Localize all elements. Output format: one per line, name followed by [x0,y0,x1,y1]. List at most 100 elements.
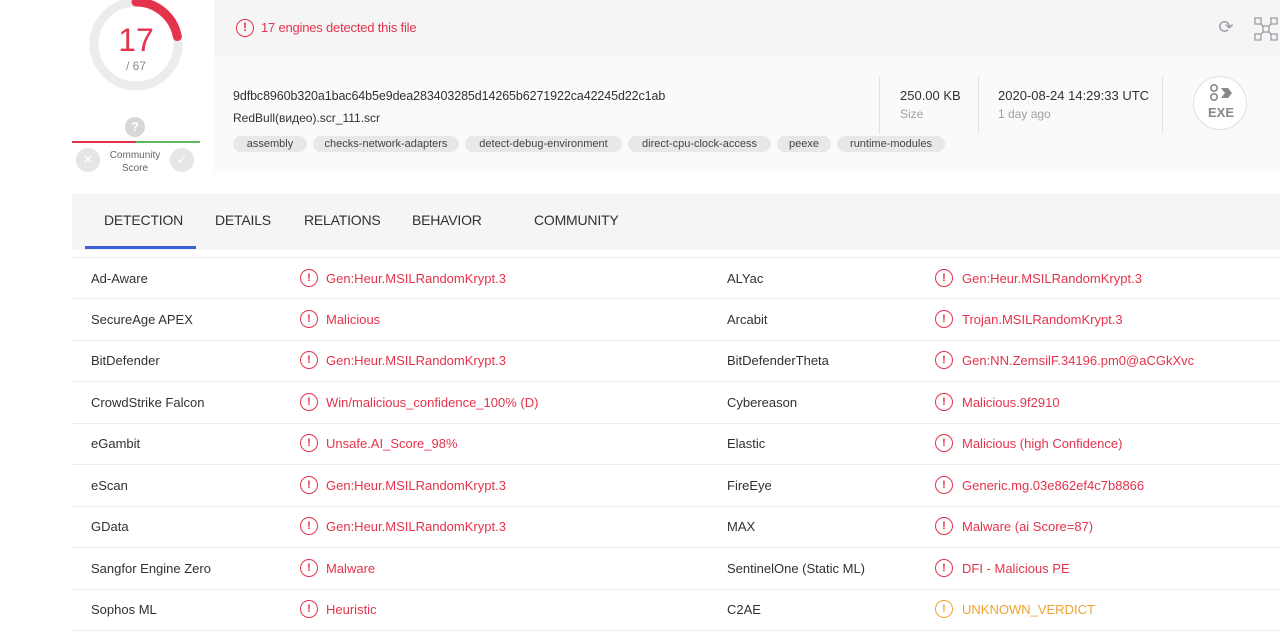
table-row: Sangfor Engine Zero ! Malware SentinelOn… [72,548,1280,590]
detection-result: Gen:Heur.MSILRandomKrypt.3 [326,353,506,368]
alert-circle-icon: ! [300,558,318,577]
detection-result: Gen:NN.ZemsilF.34196.pm0@aCGkXvc [962,353,1195,368]
report-tabs: DETECTION DETAILS RELATIONS BEHAVIOR COM… [72,194,1280,250]
file-size-label: Size [900,107,924,121]
tag-direct-cpu-clock-access[interactable]: direct-cpu-clock-access [628,136,771,152]
detection-result: Unsafe.AI_Score_98% [326,436,458,451]
tab-detection[interactable]: DETECTION [104,212,183,228]
detection-alert-bar: ! 17 engines detected this file ⟳ [214,0,1280,56]
engine-name: Cybereason [727,394,798,410]
engine-name: GData [91,519,129,534]
detection-result: Trojan.MSILRandomKrypt.3 [962,311,1123,327]
file-name: RedBull(видео).scr_111.scr [233,111,381,125]
vote-harmless-button[interactable]: ✓ [170,148,194,172]
exe-file-icon: EXE [1193,76,1247,130]
engine-name: ALYac [727,271,764,286]
engine-name: C2AE [727,602,761,617]
alert-circle-icon: ! [300,309,318,328]
detection-result: Generic.mg.03e862ef4c7b8866 [962,477,1145,493]
table-row: BitDefender ! Gen:Heur.MSILRandomKrypt.3… [72,340,1280,382]
detection-result: Heuristic [326,602,377,617]
tag-peexe[interactable]: peexe [777,136,831,152]
tag-runtime-modules[interactable]: runtime-modules [837,136,945,152]
info-circle-icon: ! [935,600,953,618]
detection-result: Gen:Heur.MSILRandomKrypt.3 [326,519,506,534]
engine-name: SecureAge APEX [91,311,193,327]
table-row: SecureAge APEX ! Malicious Arcabit ! Tro… [72,299,1280,341]
analysis-date: 2020-08-24 14:29:33 UTC [998,88,1150,103]
alert-circle-icon: ! [935,434,953,452]
detection-result: Malicious.9f2910 [962,394,1060,410]
tab-relations[interactable]: RELATIONS [304,212,381,228]
alert-circle-icon: ! [300,517,318,535]
detection-result: Malware [326,560,376,576]
detection-alert-text: 17 engines detected this file [261,20,417,35]
detection-result: Win/malicious_confidence_100% (D) [326,394,539,410]
tab-community[interactable]: COMMUNITY [534,212,619,228]
alert-circle-icon: ! [300,434,318,452]
file-size: 250.00 KB [900,88,961,103]
alert-circle-icon: ! [935,475,953,494]
detection-score-widget: 17 / 67 ? ✕ Community Score ✓ [72,0,200,180]
engine-name: BitDefenderTheta [727,353,829,368]
detection-result: Malware (ai Score=87) [962,519,1094,534]
alert-circle-icon: ! [935,269,953,287]
reload-icon[interactable]: ⟳ [1216,17,1236,37]
engine-name: SentinelOne (Static ML) [727,560,866,576]
alert-circle-icon: ! [300,351,318,369]
active-tab-indicator [85,246,196,249]
detection-result: Malicious [326,311,381,327]
alert-circle-icon: ! [935,558,953,577]
engine-name: FireEye [727,477,772,493]
alert-circle-icon: ! [935,392,953,411]
engine-name: eScan [91,477,128,493]
community-question-icon: ? [125,117,145,137]
file-type-label: EXE [1207,105,1234,120]
engine-name: Ad-Aware [91,271,148,286]
table-row: Sophos ML ! Heuristic C2AE ! UNKNOWN_VER… [72,589,1280,631]
alert-circle-icon: ! [935,309,953,328]
detection-result: Malicious (high Confidence) [962,436,1123,451]
gear-icon [1209,83,1232,102]
detection-result: Gen:Heur.MSILRandomKrypt.3 [326,477,506,493]
detection-result: Gen:Heur.MSILRandomKrypt.3 [962,271,1142,286]
table-row: Ad-Aware ! Gen:Heur.MSILRandomKrypt.3 AL… [72,257,1280,299]
alert-circle-icon: ! [300,475,318,494]
vote-malicious-button[interactable]: ✕ [76,148,100,172]
alert-circle-icon: ! [300,600,318,618]
table-row: CrowdStrike Falcon ! Win/malicious_confi… [72,382,1280,424]
community-score-bar [72,141,200,143]
divider [1162,76,1163,134]
detection-count: 17 [118,22,154,58]
engine-name: Arcabit [727,311,768,327]
engine-name: CrowdStrike Falcon [91,394,205,410]
engine-total: / 67 [125,59,146,73]
community-score-label: Community Score [109,150,161,174]
detection-result: Gen:Heur.MSILRandomKrypt.3 [326,271,506,286]
tag-checks-network-adapters[interactable]: checks-network-adapters [313,136,459,152]
alert-circle-icon: ! [300,269,318,287]
analysis-age: 1 day ago [998,107,1051,121]
table-row: eGambit ! Unsafe.AI_Score_98% Elastic ! … [72,423,1280,465]
tag-assembly[interactable]: assembly [233,136,307,152]
engine-name: Sangfor Engine Zero [91,560,211,576]
tag-detect-debug-environment[interactable]: detect-debug-environment [465,136,622,152]
file-header-card: ! 17 engines detected this file ⟳ 9dfbc8… [214,0,1280,172]
alert-circle-icon: ! [935,517,953,535]
divider [978,76,979,134]
tab-details[interactable]: DETAILS [215,212,271,228]
table-row: GData ! Gen:Heur.MSILRandomKrypt.3 MAX !… [72,506,1280,548]
alert-circle-icon: ! [935,351,953,369]
engine-name: Elastic [727,436,766,451]
alert-circle-icon: ! [236,19,254,37]
engine-name: Sophos ML [91,602,157,617]
engine-name: MAX [727,519,756,534]
detection-result-unknown: UNKNOWN_VERDICT [962,602,1095,617]
engine-name: eGambit [91,436,141,451]
tab-behavior[interactable]: BEHAVIOR [412,212,482,228]
engine-name: BitDefender [91,353,160,368]
divider [879,76,880,134]
file-hash[interactable]: 9dfbc8960b320a1bac64b5e9dea283403285d142… [233,89,665,103]
graph-icon[interactable] [1254,17,1278,41]
alert-circle-icon: ! [300,392,318,411]
